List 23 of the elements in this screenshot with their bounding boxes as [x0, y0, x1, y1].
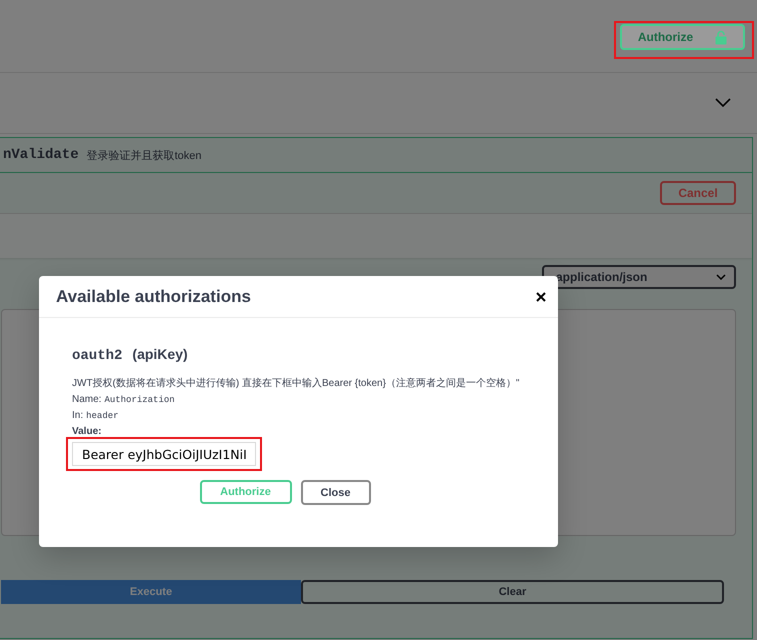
execute-button[interactable]: Execute	[1, 580, 301, 604]
content-type-select[interactable]: application/json	[542, 265, 736, 289]
field-label: In:	[72, 410, 84, 421]
dialog-title: Available authorizations	[56, 286, 251, 306]
close-icon[interactable]	[536, 292, 546, 302]
scheme-name: oauth2	[72, 348, 122, 364]
scheme-type: (apiKey)	[132, 346, 188, 362]
clear-button[interactable]: Clear	[301, 580, 724, 604]
authorize-button[interactable]: Authorize	[200, 480, 292, 504]
value-label: Value:	[72, 426, 102, 437]
operation-path: nValidate	[3, 147, 79, 163]
operation-summary: 登录验证并且获取token	[86, 148, 202, 162]
value-input[interactable]: Bearer eyJhbGciOiJIUzI1NiI	[72, 442, 256, 466]
authorize-button[interactable]: Authorize	[620, 24, 745, 50]
lock-icon	[715, 30, 728, 44]
cancel-button[interactable]: Cancel	[660, 181, 736, 205]
caret-icon	[716, 274, 726, 280]
close-button[interactable]: Close	[300, 480, 370, 505]
field-value: Authorization	[104, 395, 175, 405]
scheme-description: JWT授权(数据将在请求头中进行传输) 直接在下框中输入Bearer {token}（注意两者之间是一个空格）"	[72, 376, 520, 390]
field-value: header	[86, 411, 119, 421]
chevron-down-icon[interactable]	[715, 98, 731, 108]
field-label: Name:	[72, 394, 102, 405]
